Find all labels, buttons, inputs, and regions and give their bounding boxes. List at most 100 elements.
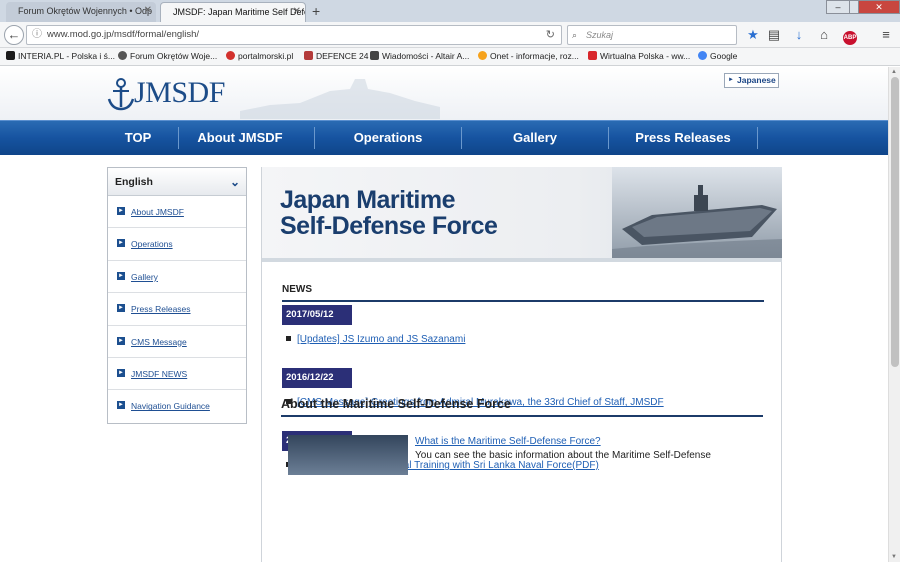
main-content: Japan Maritime Self-Defense Force NEWS 2… [261, 167, 782, 562]
site-header: JMSDF ► Japanese [0, 67, 888, 120]
sidebar-item-press-releases[interactable]: ► Press Releases [108, 293, 246, 326]
browser-nav-bar: ← ⓘ www.mod.go.jp/msdf/formal/english/ ↻… [0, 22, 900, 48]
browser-tab-forum[interactable]: Forum Okrętów Wojennych • Odp ✕ [6, 2, 156, 22]
sidebar-item-label: JMSDF NEWS [131, 368, 188, 379]
google-icon [698, 51, 707, 60]
sidebar-item-gallery[interactable]: ► Gallery [108, 261, 246, 294]
nav-item-press-releases[interactable]: Press Releases [610, 121, 756, 155]
bookmark-item[interactable]: Forum Okrętów Woje... [118, 51, 217, 61]
chevron-down-icon[interactable]: ⌄ [230, 168, 240, 196]
bookmark-item[interactable]: Wiadomości - Altair A... [370, 51, 469, 61]
close-tab-icon[interactable]: ✕ [293, 3, 301, 21]
bookmark-label: Google [710, 51, 738, 61]
ship-watermark-icon [240, 79, 440, 119]
scrollbar-thumb[interactable] [891, 77, 899, 367]
reading-list-icon[interactable]: ▤ [764, 26, 784, 44]
arrow-bullet-icon: ► [117, 304, 125, 313]
tab-title: Forum Okrętów Wojennych • Odp [18, 6, 153, 16]
bookmark-label: Wiadomości - Altair A... [382, 51, 470, 61]
japanese-label: Japanese [737, 75, 776, 85]
close-tab-icon[interactable]: ✕ [144, 2, 152, 20]
url-bar[interactable]: ⓘ www.mod.go.jp/msdf/formal/english/ ↻ [26, 25, 562, 45]
menu-icon[interactable]: ≡ [876, 26, 896, 44]
close-window-button[interactable]: ✕ [858, 0, 900, 14]
site-info-icon[interactable]: ⓘ [32, 26, 42, 44]
jmsdf-anchor-logo-icon [107, 78, 135, 111]
bookmark-item[interactable]: portalmorski.pl [226, 51, 293, 61]
news-link[interactable]: [Updates] JS Izumo and JS Sazanami [297, 334, 465, 345]
scroll-up-icon[interactable]: ▲ [891, 69, 897, 75]
sidebar-heading[interactable]: English ⌄ [108, 168, 246, 196]
bookmark-item[interactable]: INTERIA.PL - Polska i ś... [6, 51, 115, 61]
japanese-language-button[interactable]: ► Japanese [724, 73, 779, 88]
square-bullet-icon [286, 336, 291, 341]
sidebar-heading-label: English [115, 176, 153, 188]
arrow-bullet-icon: ► [117, 368, 125, 377]
news-date-badge: 2017/05/12 [282, 305, 352, 325]
sidebar-item-label: Gallery [131, 271, 158, 282]
about-heading: About the Maritime Self-Defense Force [281, 397, 763, 417]
nav-item-top[interactable]: TOP [108, 121, 168, 155]
search-icon: ⌕ [572, 30, 578, 40]
sidebar-item-label: Operations [131, 239, 173, 250]
nav-item-operations[interactable]: Operations [316, 121, 460, 155]
sidebar-item-operations[interactable]: ► Operations [108, 228, 246, 261]
onet-icon [478, 51, 487, 60]
arrow-bullet-icon: ► [117, 401, 125, 410]
home-icon[interactable]: ⌂ [814, 26, 834, 44]
sidebar: English ⌄ ► About JMSDF ► Operations ► Gall… [107, 167, 247, 424]
banner-title: Japan Maritime Self-Defense Force [280, 186, 498, 240]
scroll-down-icon[interactable]: ▼ [891, 554, 897, 560]
news-item[interactable]: [Updates] JS Izumo and JS Sazanami [286, 334, 465, 345]
sidebar-item-cms-message[interactable]: ► CMS Message [108, 326, 246, 358]
news-date-badge: 2016/12/22 [282, 368, 352, 388]
arrow-bullet-icon: ► [117, 336, 125, 345]
browser-tab-bar: Forum Okrętów Wojennych • Odp ✕ JMSDF: J… [0, 0, 900, 22]
sidebar-item-about[interactable]: ► About JMSDF [108, 196, 246, 229]
interia-icon [6, 51, 15, 60]
about-description: You can see the basic information about … [415, 450, 711, 461]
new-tab-button[interactable]: + [312, 2, 320, 20]
back-button[interactable]: ← [4, 25, 24, 45]
bookmarks-bar: INTERIA.PL - Polska i ś... Forum Okrętów… [0, 48, 900, 66]
bookmark-item[interactable]: Google [698, 51, 737, 61]
arrow-bullet-icon: ► [117, 239, 125, 248]
sidebar-item-label: CMS Message [131, 336, 187, 347]
bookmark-item[interactable]: Onet - informacje, roz... [478, 51, 579, 61]
sidebar-item-jmsdf-news[interactable]: ► JMSDF NEWS [108, 358, 246, 391]
page-scrollbar[interactable]: ▲ ▼ [888, 67, 900, 562]
banner-title-line2: Self-Defense Force [280, 212, 498, 240]
bookmark-item[interactable]: Wirtualna Polska - ww... [588, 51, 690, 61]
browser-tab-jmsdf[interactable]: JMSDF: Japan Maritime Self Defe ✕ [160, 2, 306, 22]
wp-icon [588, 51, 597, 60]
downloads-icon[interactable]: ↓ [789, 26, 809, 44]
news-heading: NEWS [282, 284, 764, 302]
banner-title-line1: Japan Maritime [280, 186, 456, 214]
bookmark-label: DEFENCE 24 [316, 51, 369, 61]
nav-item-gallery[interactable]: Gallery [463, 121, 607, 155]
url-text: www.mod.go.jp/msdf/formal/english/ [47, 29, 200, 40]
reload-icon[interactable]: ↻ [546, 26, 555, 44]
search-input[interactable]: ⌕ Szukaj [567, 25, 737, 45]
forum-icon [118, 51, 127, 60]
warship-photo [612, 167, 782, 258]
site-logo-text[interactable]: JMSDF [134, 76, 225, 110]
nav-divider [757, 127, 758, 149]
sidebar-item-label: Navigation Guidance [131, 401, 210, 412]
about-link[interactable]: What is the Maritime Self-Defense Force? [415, 436, 601, 447]
bookmark-star-icon[interactable]: ★ [743, 26, 763, 44]
bookmark-label: Wirtualna Polska - ww... [600, 51, 691, 61]
adblock-icon[interactable]: ABP [840, 26, 860, 45]
about-thumbnail[interactable] [288, 435, 408, 475]
nav-divider [461, 127, 462, 149]
web-page: JMSDF ► Japanese TOP About JMSDF Operati… [0, 67, 888, 562]
bookmark-item[interactable]: DEFENCE 24 [304, 51, 368, 61]
altair-icon [370, 51, 379, 60]
sidebar-item-label: About JMSDF [131, 207, 184, 217]
main-nav: TOP About JMSDF Operations Gallery Press… [0, 120, 888, 155]
defence24-icon [304, 51, 313, 60]
nav-item-about[interactable]: About JMSDF [180, 121, 300, 155]
arrow-right-icon: ► [728, 77, 734, 83]
minimize-button[interactable]: – [826, 0, 850, 14]
sidebar-item-navigation-guidance[interactable]: ► Navigation Guidance [108, 390, 246, 422]
